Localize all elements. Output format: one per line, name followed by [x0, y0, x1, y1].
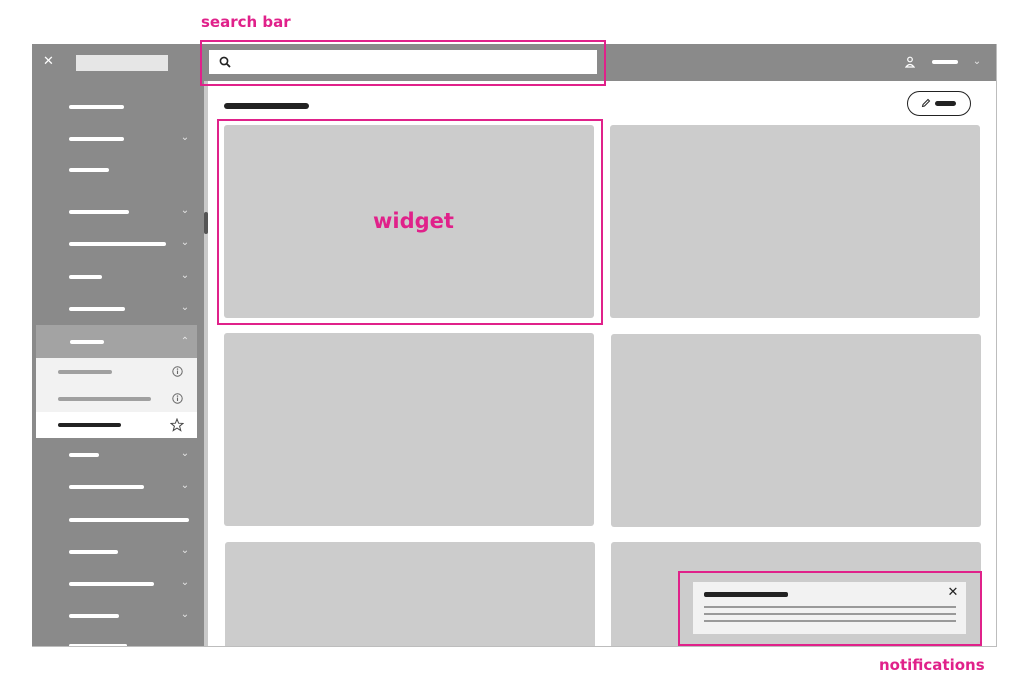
sidebar-group-expanded[interactable]: ⌃ [36, 325, 197, 358]
chevron-down-icon[interactable]: ⌄ [972, 57, 982, 67]
sidebar-item[interactable] [69, 644, 127, 646]
widget-card[interactable] [611, 334, 981, 527]
user-icon[interactable] [905, 56, 915, 68]
notifications-annotation-box [678, 571, 982, 646]
edit-button[interactable] [907, 91, 971, 116]
chevron-down-icon[interactable]: ⌄ [180, 610, 190, 620]
sidebar-item[interactable] [69, 275, 102, 279]
search-bar-annotation-box [200, 40, 606, 86]
sidebar-item[interactable] [69, 582, 154, 586]
sidebar-item[interactable] [69, 453, 99, 457]
sidebar-item[interactable] [69, 168, 109, 172]
widget-annotation: widget [373, 209, 454, 233]
username-placeholder[interactable] [932, 60, 958, 64]
widget-card[interactable] [225, 542, 595, 646]
chevron-down-icon[interactable]: ⌄ [180, 449, 190, 459]
sidebar-item[interactable] [69, 614, 119, 618]
star-icon[interactable] [170, 418, 184, 432]
chevron-down-icon[interactable]: ⌄ [180, 238, 190, 248]
page-title [224, 103, 309, 109]
chevron-down-icon[interactable]: ⌄ [180, 133, 190, 143]
sidebar-item[interactable] [69, 485, 144, 489]
sidebar-item[interactable] [69, 137, 124, 141]
close-icon[interactable]: ✕ [43, 55, 55, 68]
chevron-down-icon[interactable]: ⌄ [180, 481, 190, 491]
sidebar-item[interactable] [69, 210, 129, 214]
chevron-down-icon[interactable]: ⌄ [180, 578, 190, 588]
edit-button-label [935, 101, 956, 106]
app-logo-placeholder [76, 55, 168, 71]
info-icon[interactable] [172, 393, 183, 404]
sidebar-item[interactable] [69, 550, 118, 554]
chevron-down-icon[interactable]: ⌄ [180, 206, 190, 216]
sidebar-group-label [70, 340, 104, 344]
chevron-down-icon[interactable]: ⌄ [180, 271, 190, 281]
sidebar-item[interactable] [69, 307, 125, 311]
notifications-annotation: notifications [879, 656, 985, 674]
widget-card[interactable] [610, 125, 980, 318]
sidebar-item[interactable] [69, 242, 166, 246]
submenu-item-label [58, 397, 151, 401]
pencil-icon [921, 98, 931, 108]
sidebar-item[interactable] [69, 518, 189, 522]
widget-card[interactable] [224, 333, 594, 526]
sidebar: ⌄ ⌄ ⌄ ⌄ ⌄ ⌃ ⌄ ⌄ ⌄ ⌄ ⌄ [32, 81, 204, 646]
submenu-item-label [58, 423, 121, 427]
submenu [36, 358, 197, 438]
sidebar-scrollbar[interactable] [204, 81, 208, 646]
submenu-item-selected[interactable] [36, 412, 197, 438]
chevron-down-icon[interactable]: ⌄ [180, 303, 190, 313]
submenu-item-label [58, 370, 112, 374]
chevron-down-icon[interactable]: ⌄ [180, 546, 190, 556]
search-bar-annotation: search bar [201, 13, 291, 31]
sidebar-resize-handle[interactable] [204, 212, 208, 234]
sidebar-item[interactable] [69, 105, 124, 109]
submenu-item[interactable] [36, 385, 197, 412]
info-icon[interactable] [172, 366, 183, 377]
submenu-item[interactable] [36, 358, 197, 385]
chevron-up-icon[interactable]: ⌃ [180, 337, 190, 347]
